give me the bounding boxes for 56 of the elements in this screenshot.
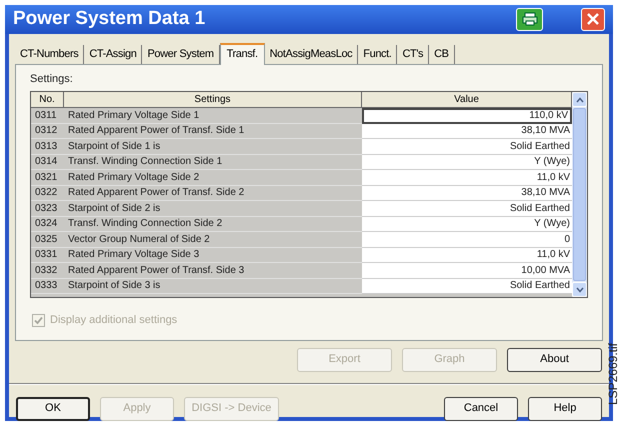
value-cell[interactable]: 11,0 kV [362, 248, 572, 263]
setting-cell: Transf. Winding Connection Side 2 [64, 216, 362, 232]
checkbox-label: Display additional settings [50, 313, 178, 328]
dialog-button[interactable]: About [507, 348, 602, 372]
settings-label: Settings: [30, 72, 74, 86]
dialog-button[interactable]: OK [16, 396, 90, 420]
number-cell: 0322 [31, 186, 64, 201]
dialog-button[interactable]: Cancel [444, 396, 518, 420]
setting-cell: Rated Primary Voltage Side 2 [64, 170, 362, 186]
value-cell[interactable]: Y (Wye) [362, 154, 572, 170]
number-cell: 0313 [31, 139, 64, 154]
close-button[interactable] [581, 8, 605, 31]
scrollbar[interactable] [572, 92, 587, 297]
setting-cell: Starpoint of Side 1 is [64, 139, 362, 154]
window-title: Power System Data 1 [13, 7, 206, 31]
tab[interactable]: Transf. [220, 42, 265, 64]
value-cell[interactable]: Solid Earthed [362, 201, 572, 216]
setting-cell: Rated Primary Voltage Side 3 [64, 248, 362, 263]
value-cell[interactable]: 38,10 MVA [362, 124, 572, 139]
number-cell: 0324 [31, 216, 64, 232]
number-cell: 0314 [31, 154, 64, 170]
value-cell[interactable]: 110,0 kV [362, 108, 572, 124]
scroll-up-button[interactable] [572, 92, 587, 107]
value-cell[interactable]: Solid Earthed [362, 139, 572, 154]
value-cell[interactable]: Y (Wye) [362, 216, 572, 232]
setting-cell: Starpoint of Side 3 is [64, 278, 362, 294]
number-cell: 0331 [31, 248, 64, 263]
figure-label: LSP2669.tif [605, 342, 621, 405]
print-button[interactable] [516, 8, 543, 31]
value-cell[interactable]: 0 [362, 232, 572, 248]
column-header[interactable]: No. [31, 92, 64, 108]
column-header[interactable]: Value [362, 92, 572, 108]
number-cell: 0333 [31, 278, 64, 294]
number-cell: 0325 [31, 232, 64, 248]
value-cell[interactable]: 38,10 MVA [362, 186, 572, 201]
setting-cell: Rated Apparent Power of Transf. Side 3 [64, 263, 362, 278]
printer-icon [522, 12, 538, 26]
scroll-thumb[interactable] [573, 108, 586, 281]
setting-cell: Transf. Winding Connection Side 1 [64, 154, 362, 170]
value-cell[interactable]: Solid Earthed [362, 278, 572, 294]
number-cell: 0312 [31, 124, 64, 139]
value-cell[interactable]: 11,0 kV [362, 170, 572, 186]
setting-cell: Vector Group Numeral of Side 2 [64, 232, 362, 248]
number-cell: 0332 [31, 263, 64, 278]
scroll-down-button[interactable] [572, 282, 587, 297]
number-cell: 0311 [31, 108, 64, 124]
number-cell: 0321 [31, 170, 64, 186]
column-header[interactable]: Settings [64, 92, 362, 108]
dialog-button[interactable]: Help [528, 396, 602, 420]
close-icon [587, 13, 599, 26]
setting-cell: Rated Apparent Power of Transf. Side 1 [64, 124, 362, 139]
number-cell: 0323 [31, 201, 64, 216]
setting-cell: Rated Primary Voltage Side 1 [64, 108, 362, 124]
value-cell[interactable]: 10,00 MVA [362, 263, 572, 278]
setting-cell: Rated Apparent Power of Transf. Side 2 [64, 186, 362, 201]
setting-cell: Starpoint of Side 2 is [64, 201, 362, 216]
